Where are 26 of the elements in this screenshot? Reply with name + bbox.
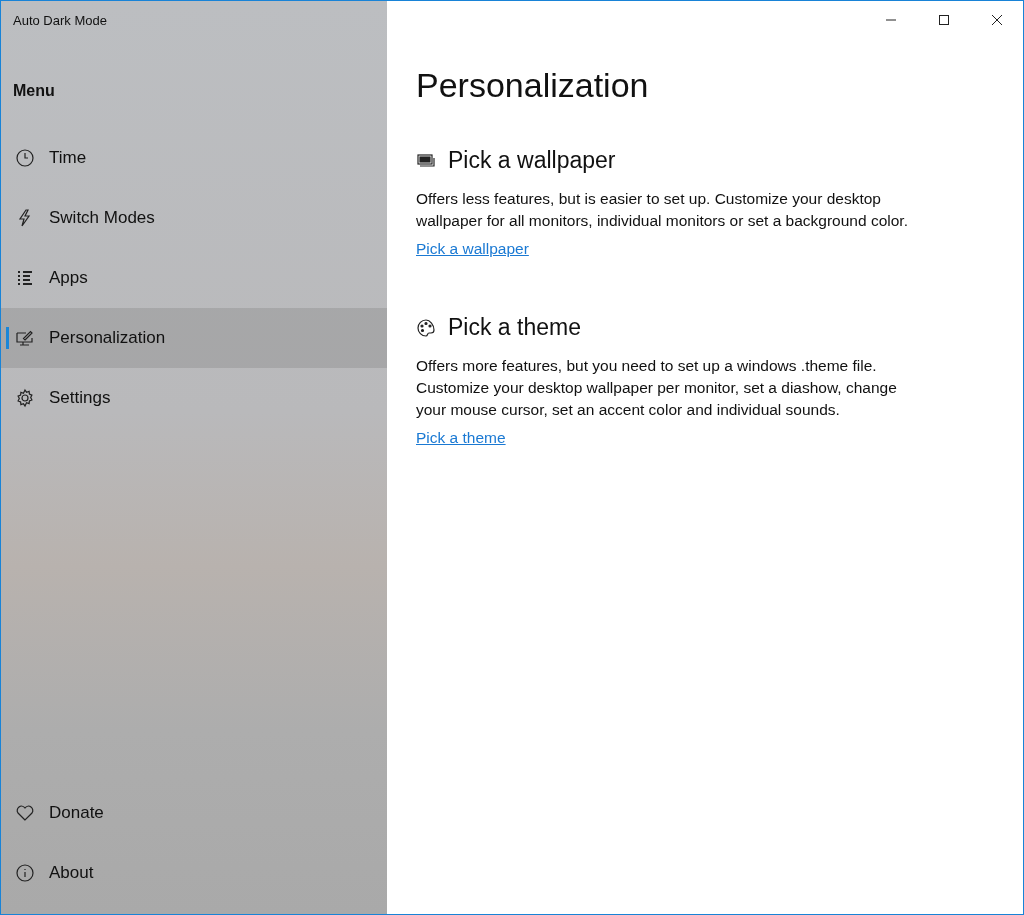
- nav-item[interactable]: Apps: [1, 248, 387, 308]
- heart-icon: [15, 803, 35, 823]
- list-icon: [15, 268, 35, 288]
- app-title: Auto Dark Mode: [13, 13, 107, 28]
- section-description: Offers more features, but you need to set up a windows .theme file. Customize your desktop wallpaper per monitor, set a diashow, change your mouse cursor, set an accent color and individual sounds.: [416, 356, 898, 420]
- section-description: Offers less features, but is easier to set up. Customize your desktop wallpaper for all monitors, individual monitors or set a background color.: [416, 189, 909, 231]
- section-heading: Pick a wallpaper: [448, 147, 616, 174]
- monitor-pen-icon: [15, 328, 35, 348]
- gear-icon: [15, 388, 35, 408]
- clock-icon: [15, 148, 35, 168]
- palette-icon: [416, 317, 436, 338]
- nav-item[interactable]: Time: [1, 128, 387, 188]
- info-icon: [15, 863, 35, 883]
- nav-item[interactable]: Switch Modes: [1, 188, 387, 248]
- selection-indicator: [6, 327, 9, 349]
- maximize-icon: [937, 13, 950, 26]
- nav-item[interactable]: Donate: [1, 783, 387, 843]
- nav-item[interactable]: Settings: [1, 368, 387, 428]
- menu-heading: Menu: [13, 82, 55, 99]
- nav-item[interactable]: About: [1, 843, 387, 903]
- page-title: Personalization: [416, 66, 650, 105]
- section-link[interactable]: Pick a theme: [416, 429, 506, 446]
- close-icon: [990, 13, 1003, 26]
- section-link[interactable]: Pick a wallpaper: [416, 240, 529, 257]
- section-heading: Pick a theme: [448, 314, 581, 341]
- nav-item[interactable]: Personalization: [1, 308, 387, 368]
